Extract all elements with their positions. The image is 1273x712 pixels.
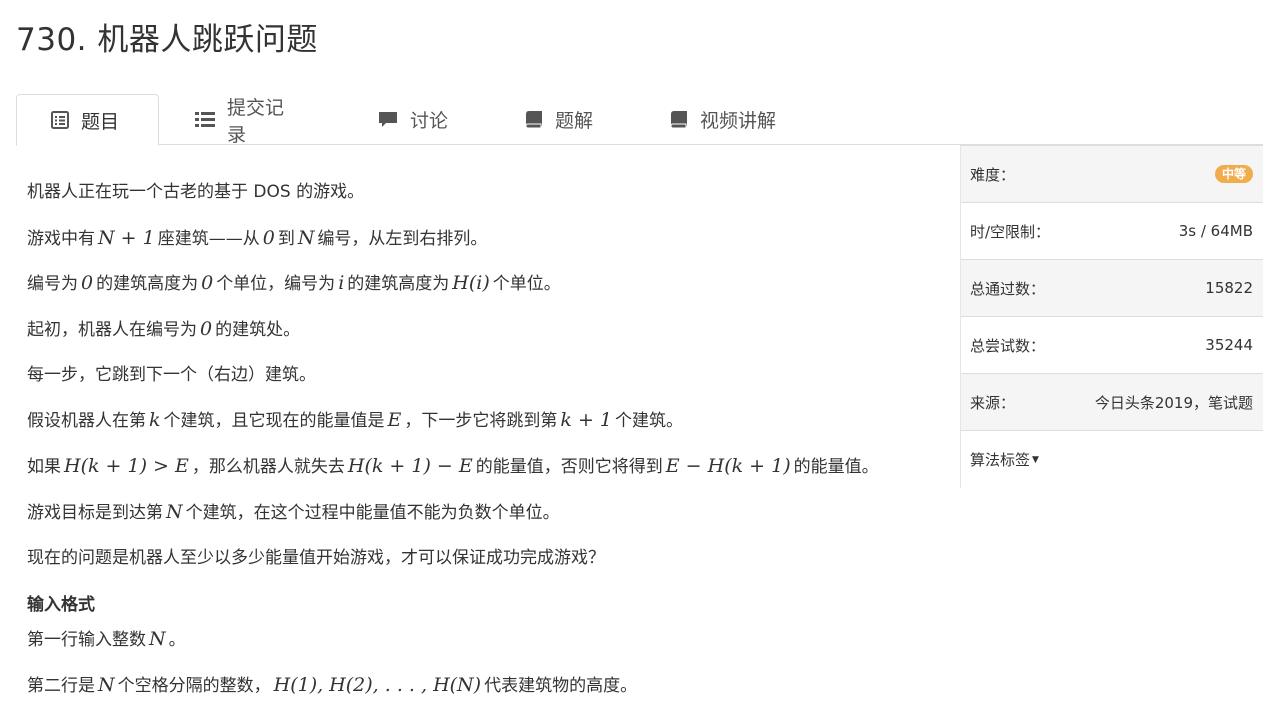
- list-alt-icon: [51, 111, 69, 129]
- tab-label: 视频讲解: [700, 110, 777, 132]
- tags-row: 算法标签 ▼: [961, 430, 1263, 487]
- statement-paragraph: 如果 H(k + 1) > E ，那么机器人就失去 H(k + 1) − E 的能量值，…: [27, 455, 879, 478]
- book-icon: [670, 110, 688, 129]
- input-format-heading: 输入格式: [27, 595, 95, 616]
- tab-label: 题目: [81, 110, 120, 133]
- passed-row: 总通过数： 15822: [961, 259, 1263, 316]
- statement-paragraph: 游戏中有 N + 1 座建筑——从 0 到 N 编号，从左到右排列。: [27, 226, 488, 249]
- problem-info-panel: 难度： 中等 时/空限制： 3s / 64MB 总通过数： 15822 总尝试数…: [961, 145, 1263, 487]
- tab-submissions[interactable]: 提交记录: [161, 94, 336, 146]
- source-row: 来源： 今日头条2019，笔试题: [961, 373, 1263, 430]
- algorithm-tags-label: 算法标签: [970, 450, 1031, 469]
- caret-down-icon: ▼: [1032, 455, 1039, 465]
- statement-paragraph: 编号为 0 的建筑高度为 0 个单位，编号为 i 的建筑高度为 H(i) 个单位。: [27, 272, 561, 295]
- statement-paragraph: 起初，机器人在编号为 0 的建筑处。: [27, 318, 301, 341]
- problem-statement: 机器人正在玩一个古老的基于 DOS 的游戏。 游戏中有 N + 1 座建筑——从 0 到…: [27, 172, 947, 711]
- statement-paragraph: 第一行输入整数 N。: [27, 628, 186, 651]
- statement-paragraph: 每一步，它跳到下一个（右边）建筑。: [27, 364, 316, 385]
- tab-label: 提交记录: [227, 96, 285, 146]
- list-icon: [195, 111, 215, 128]
- tab-solutions[interactable]: 题解: [491, 94, 641, 145]
- algorithm-tags-toggle[interactable]: 算法标签 ▼: [970, 449, 1039, 470]
- difficulty-row: 难度： 中等: [961, 145, 1263, 202]
- source-value: 今日头条2019，笔试题: [1094, 393, 1253, 412]
- difficulty-label: 难度：: [970, 165, 1016, 184]
- limit-row: 时/空限制： 3s / 64MB: [961, 202, 1263, 259]
- statement-paragraph: 现在的问题是机器人至少以多少能量值开始游戏，才可以保证成功完成游戏？: [27, 547, 605, 568]
- tab-discussion[interactable]: 讨论: [344, 94, 494, 145]
- passed-value: 15822: [1205, 279, 1253, 297]
- attempts-value: 35244: [1205, 336, 1253, 354]
- statement-paragraph: 假设机器人在第 k 个建筑，且它现在的能量值是 E ，下一步它将跳到第 k + 1 个建筑。: [27, 409, 683, 432]
- problem-tabs: 题目 提交记录 讨论 题解 视频讲解: [16, 94, 1263, 146]
- attempts-label: 总尝试数：: [970, 336, 1046, 355]
- statement-paragraph: 机器人正在玩一个古老的基于 DOS 的游戏。: [27, 182, 365, 202]
- source-label: 来源：: [970, 393, 1016, 412]
- comment-icon: [378, 111, 398, 129]
- attempts-row: 总尝试数： 35244: [961, 316, 1263, 373]
- book-icon: [525, 110, 543, 129]
- limit-value: 3s / 64MB: [1178, 222, 1253, 240]
- tab-label: 题解: [555, 110, 594, 132]
- statement-paragraph: 游戏目标是到达第 N 个建筑，在这个过程中能量值不能为负数个单位。: [27, 500, 560, 523]
- difficulty-badge: 中等: [1214, 165, 1253, 183]
- tab-label: 讨论: [410, 110, 449, 132]
- passed-label: 总通过数：: [970, 279, 1046, 298]
- tab-video[interactable]: 视频讲解: [636, 94, 826, 145]
- page-title: 730. 机器人跳跃问题: [16, 22, 318, 58]
- tab-problem[interactable]: 题目: [16, 94, 159, 146]
- limit-label: 时/空限制：: [970, 222, 1051, 241]
- statement-paragraph: 第二行是 N 个空格分隔的整数， H(1), H(2), . . . , H(N) 代表…: [27, 673, 638, 696]
